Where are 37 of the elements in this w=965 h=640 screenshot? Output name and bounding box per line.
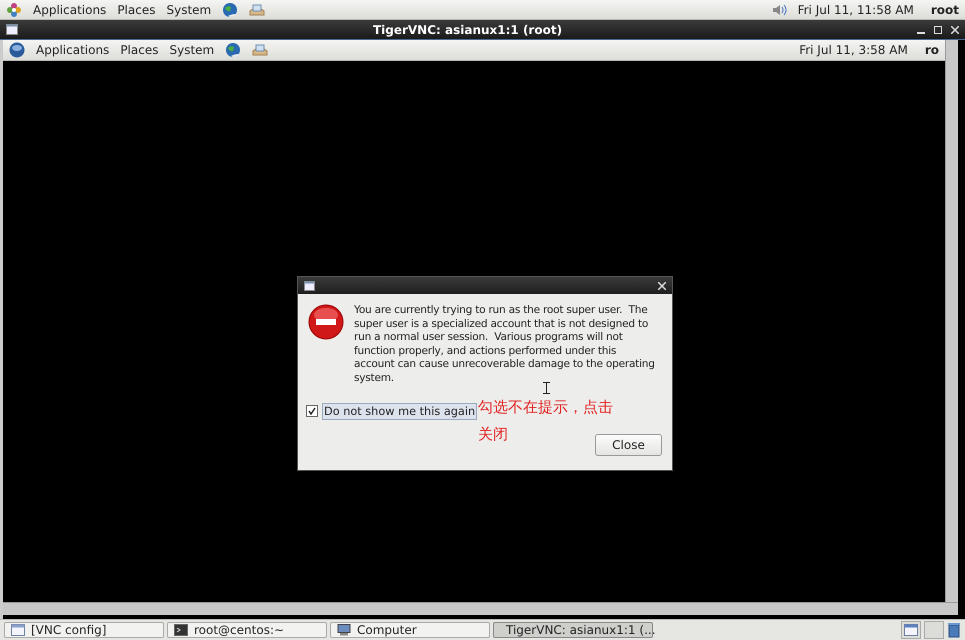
globe-icon[interactable]	[225, 42, 242, 58]
text-cursor-icon	[543, 382, 550, 394]
taskbar-button[interactable]: Computer	[330, 622, 490, 638]
trash-icon[interactable]	[947, 622, 961, 638]
vertical-scrollbar[interactable]	[945, 40, 958, 602]
taskbar-button[interactable]: [VNC config]	[4, 622, 164, 638]
speaker-icon[interactable]	[770, 2, 787, 16]
taskbar-button[interactable]: TigerVNC: asianux1:1 (...	[493, 622, 653, 638]
flower-icon[interactable]	[6, 2, 22, 18]
horizontal-scrollbar[interactable]	[3, 602, 958, 615]
globe-icon[interactable]	[222, 2, 238, 18]
menu-item[interactable]: System	[169, 43, 214, 57]
window-title: TigerVNC: asianux1:1 (root)	[372, 22, 564, 36]
user-name[interactable]: root	[930, 2, 959, 16]
close-icon[interactable]	[951, 26, 959, 34]
menu-item[interactable]: Places	[117, 2, 156, 16]
close-button[interactable]: Close	[595, 434, 662, 456]
window-icon[interactable]	[304, 280, 315, 290]
window-icon	[11, 624, 25, 636]
user-name[interactable]: ro	[924, 43, 939, 57]
annotation-text: 勾选不在提示，点击	[478, 397, 613, 418]
clock[interactable]: Fri Jul 11, 3:58 AM	[799, 43, 908, 57]
show-desktop-button[interactable]	[901, 621, 921, 639]
warning-message: You are currently trying to run as the root super user. The super user is a specialized account that is not designed to run a normal user session. Various programs will not function properly, and actions performed under this account can cause unrecoverable damage to the operating system.	[354, 304, 656, 386]
clock[interactable]: Fri Jul 11, 11:58 AM	[798, 2, 914, 16]
menu-item[interactable]: Applications	[36, 43, 110, 57]
menu-item[interactable]: Places	[120, 43, 158, 57]
checkbox-label[interactable]: Do not show me this again	[322, 402, 478, 420]
menu-item[interactable]: Applications	[33, 2, 106, 16]
close-icon[interactable]	[658, 282, 666, 290]
menu-item[interactable]: System	[166, 2, 212, 16]
monitor-icon	[337, 624, 351, 636]
taskbar-button[interactable]: root@centos:~	[167, 622, 327, 638]
terminal-icon	[174, 624, 188, 636]
annotation-text: 关闭	[478, 424, 508, 445]
stop-icon[interactable]	[308, 304, 344, 340]
maximize-icon[interactable]	[934, 26, 942, 34]
